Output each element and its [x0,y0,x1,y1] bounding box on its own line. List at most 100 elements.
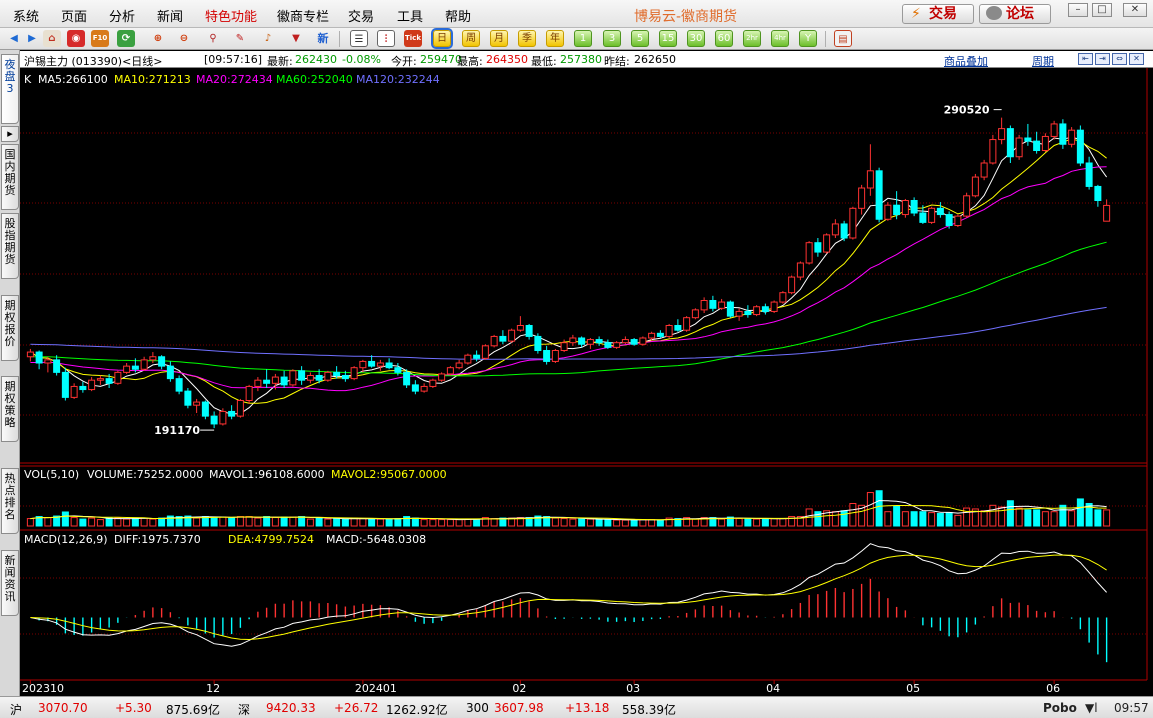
menu-item-features[interactable]: 特色功能 [205,6,257,25]
tick-chart-icon[interactable]: Tick [404,30,422,47]
tab-index-futures-label: 股指期货 [4,217,16,266]
ma10-legend: MA10:271213 [114,73,191,86]
close-icon[interactable]: ✕ [1123,3,1147,17]
period-60min[interactable]: 60 [715,30,733,47]
menu-item-news[interactable]: 新闻 [157,6,183,25]
tab-option-strategy[interactable]: 期权策略 [1,376,19,442]
volume-bar [884,511,892,527]
trade-button[interactable]: ⚡ 交易 [902,4,974,24]
period-week[interactable]: 周 [462,30,480,47]
volume-bar [744,518,752,527]
period-custom[interactable]: Y [799,30,817,47]
tab-night-session-label: 夜盘3 [4,58,16,95]
home-icon[interactable]: ⌂ [43,30,61,47]
volume-bar [210,516,218,527]
period-month[interactable]: 月 [490,30,508,47]
period-2hr[interactable]: 2hr [743,30,761,47]
maximize-icon[interactable]: □ [1092,3,1112,17]
candle-body [123,365,131,373]
candle-body [1050,123,1058,137]
quote-time: [09:57:16] [204,53,262,66]
period-4hr[interactable]: 4hr [771,30,789,47]
tab-domestic-futures[interactable]: 国内期货 [1,144,19,210]
period-day[interactable]: 日 [431,28,453,49]
volume-bar [945,512,953,527]
candle-body [1015,137,1023,158]
period-3min[interactable]: 3 [603,30,621,47]
candlestick-icon[interactable]: ⫶ [377,30,395,47]
ma60-line [30,241,1107,377]
x-tick-label: 12 [206,682,220,695]
macd-legend-diff: DIFF:1975.7370 [114,533,201,546]
low-price-label: 最低: [531,55,557,68]
candle-body [893,204,901,216]
tab-hot-ranking-label: 热点排名 [4,472,16,521]
close-chart-icon[interactable]: ✕ [1129,53,1144,65]
refresh-icon[interactable]: ⟳ [117,30,135,47]
news-icon[interactable]: 新 [314,30,332,47]
overlay-commodity-link[interactable]: 商品叠加 [944,53,988,69]
menu-item-analysis[interactable]: 分析 [109,6,135,25]
f10-icon[interactable]: F10 [91,30,109,47]
candle-body [473,354,481,359]
menu-item-tools[interactable]: 工具 [397,6,423,25]
zoom-out-icon[interactable]: ⊖ [175,30,193,47]
back-arrow-icon[interactable]: ◀ [5,30,23,47]
period-quarter[interactable]: 季 [518,30,536,47]
candle-body [709,300,717,309]
candle-body [1094,185,1102,201]
menu-item-page[interactable]: 页面 [61,6,87,25]
split-view-icon[interactable]: ⇔ [1112,53,1127,65]
tab-index-futures[interactable]: 股指期货 [1,213,19,279]
zoom-in-icon[interactable]: ⊕ [149,30,167,47]
period-5min[interactable]: 5 [631,30,649,47]
search-icon[interactable]: ⚲ [204,30,222,47]
forward-arrow-icon[interactable]: ▶ [23,30,41,47]
candle-body [849,207,857,239]
tab-option-quotes[interactable]: 期权报价 [1,295,19,361]
volume-bar [333,518,341,527]
high-price-label: 最高: [457,55,483,68]
kline-chart[interactable]: 202310 12 202401 02 03 04 05 06 K MA5:266100 MA… [20,68,1153,696]
layout-icon[interactable]: ▤ [834,30,852,47]
menu-item-trade[interactable]: 交易 [348,6,374,25]
candle-body [963,195,971,217]
expand-right-icon[interactable]: ⇥ [1095,53,1110,65]
menu-item-system[interactable]: 系统 [13,6,39,25]
tab-expand-arrow[interactable]: ▸ [1,126,19,142]
tab-night-session[interactable]: 夜盘3 [1,54,19,124]
volume-bar [368,518,376,527]
period-15min[interactable]: 15 [659,30,677,47]
menu-item-help[interactable]: 帮助 [445,6,471,25]
bell-icon[interactable]: ♪ [259,30,277,47]
candle-body [254,379,262,387]
pencil-icon[interactable]: ✎ [231,30,249,47]
period-year[interactable]: 年 [546,30,564,47]
menu-item-broker-column[interactable]: 徽商专栏 [277,6,329,25]
volume-bar [648,519,656,527]
candle-body [166,365,174,380]
volume-bar [849,502,857,527]
vol-legend-volume: VOLUME:75252.0000 [87,468,203,481]
open-price-label: 今开: [391,55,417,68]
tab-hot-ranking[interactable]: 热点排名 [1,468,19,534]
shrink-left-icon[interactable]: ⇤ [1078,53,1093,65]
candle-body [236,400,244,417]
quote-list-icon[interactable]: ☰ [350,30,368,47]
tab-news-info[interactable]: 新闻资讯 [1,550,19,616]
period-1min[interactable]: 1 [574,30,592,47]
period-30min[interactable]: 30 [687,30,705,47]
candle-body [884,204,892,220]
candle-body [105,378,113,384]
volume-bar [131,517,139,527]
candle-body [184,390,192,406]
period-link[interactable]: 周期 [1032,53,1054,69]
alarm-clock-icon[interactable]: ◉ [67,30,85,47]
candle-body [761,306,769,312]
volume-bar [149,518,157,527]
forum-button[interactable]: 论坛 [979,4,1051,24]
filter-icon[interactable]: ▼ [287,30,305,47]
volume-bar [429,519,437,527]
candle-body [228,410,236,417]
minimize-icon[interactable]: – [1068,3,1088,17]
